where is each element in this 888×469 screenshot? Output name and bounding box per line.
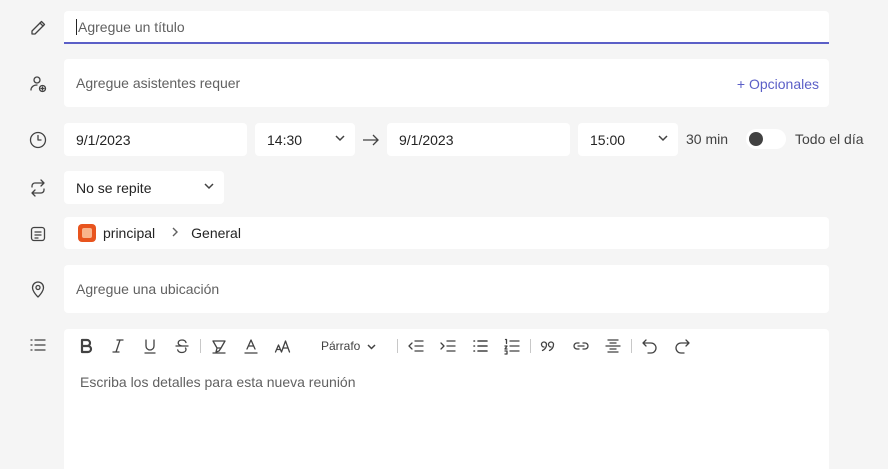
repeat-select[interactable]: No se repite bbox=[64, 171, 224, 204]
start-date-picker[interactable]: 9/1/2023 bbox=[64, 123, 247, 156]
all-day-toggle[interactable] bbox=[746, 129, 786, 149]
repeat-value: No se repite bbox=[76, 179, 152, 196]
italic-button[interactable] bbox=[102, 334, 134, 358]
end-time-value: 15:00 bbox=[590, 131, 626, 148]
end-date-value: 9/1/2023 bbox=[399, 131, 454, 148]
all-day-label: Todo el día bbox=[795, 131, 864, 147]
channel-selector[interactable]: principal General bbox=[64, 217, 829, 249]
chevron-down-icon bbox=[202, 179, 216, 196]
toolbar-divider bbox=[631, 339, 633, 353]
text-caret bbox=[76, 18, 77, 35]
channel-icon bbox=[26, 222, 50, 246]
chevron-right-icon bbox=[155, 225, 191, 241]
paragraph-style-select[interactable]: Párrafo bbox=[299, 339, 395, 353]
font-color-button[interactable] bbox=[235, 334, 267, 358]
link-icon[interactable] bbox=[565, 334, 597, 358]
attendees-input[interactable]: Agregue asistentes requer + Opcionales bbox=[64, 59, 829, 107]
highlight-button[interactable] bbox=[203, 334, 235, 358]
title-placeholder: Agregue un título bbox=[78, 18, 185, 35]
details-editor[interactable]: Párrafo Escriba los detalles para esta n… bbox=[64, 329, 829, 469]
numbered-list-button[interactable] bbox=[496, 334, 528, 358]
chevron-down-icon bbox=[367, 343, 376, 350]
start-time-value: 14:30 bbox=[267, 131, 303, 148]
start-date-value: 9/1/2023 bbox=[76, 131, 131, 148]
location-placeholder: Agregue una ubicación bbox=[76, 281, 220, 297]
toolbar-divider bbox=[200, 339, 201, 353]
end-time-select[interactable]: 15:00 bbox=[578, 123, 678, 156]
strikethrough-button[interactable] bbox=[166, 334, 198, 358]
repeat-icon bbox=[26, 176, 50, 200]
team-avatar bbox=[78, 224, 96, 242]
optional-attendees-link[interactable]: + Opcionales bbox=[737, 76, 819, 92]
team-name: principal bbox=[103, 225, 156, 241]
toggle-knob bbox=[749, 132, 763, 146]
underline-button[interactable] bbox=[134, 334, 166, 358]
paragraph-style-label: Párrafo bbox=[321, 339, 361, 353]
chevron-down-icon bbox=[656, 131, 670, 148]
formatting-toolbar: Párrafo bbox=[70, 334, 698, 358]
toolbar-divider bbox=[530, 339, 532, 353]
arrow-right-icon bbox=[361, 130, 381, 150]
undo-button[interactable] bbox=[634, 334, 666, 358]
redo-button[interactable] bbox=[666, 334, 698, 358]
start-time-select[interactable]: 14:30 bbox=[255, 123, 355, 156]
details-placeholder: Escriba los detalles para esta nueva reu… bbox=[80, 374, 356, 390]
title-input[interactable]: Agregue un título bbox=[64, 11, 829, 44]
decrease-indent-button[interactable] bbox=[400, 334, 432, 358]
channel-name: General bbox=[191, 225, 241, 241]
toolbar-divider bbox=[397, 339, 399, 353]
location-pin-icon bbox=[26, 277, 50, 301]
details-list-icon bbox=[26, 333, 50, 357]
add-person-icon bbox=[26, 72, 50, 96]
bulleted-list-button[interactable] bbox=[464, 334, 496, 358]
quote-button[interactable] bbox=[533, 334, 565, 358]
horizontal-rule-button[interactable] bbox=[597, 334, 629, 358]
attendees-placeholder: Agregue asistentes requer bbox=[76, 75, 241, 91]
increase-indent-button[interactable] bbox=[432, 334, 464, 358]
location-input[interactable]: Agregue una ubicación bbox=[64, 265, 829, 313]
pencil-icon bbox=[26, 16, 50, 40]
bold-button[interactable] bbox=[70, 334, 102, 358]
font-size-button[interactable] bbox=[267, 334, 299, 358]
duration-label: 30 min bbox=[686, 131, 729, 147]
chevron-down-icon bbox=[333, 131, 347, 148]
end-date-picker[interactable]: 9/1/2023 bbox=[387, 123, 570, 156]
clock-icon bbox=[26, 128, 50, 152]
